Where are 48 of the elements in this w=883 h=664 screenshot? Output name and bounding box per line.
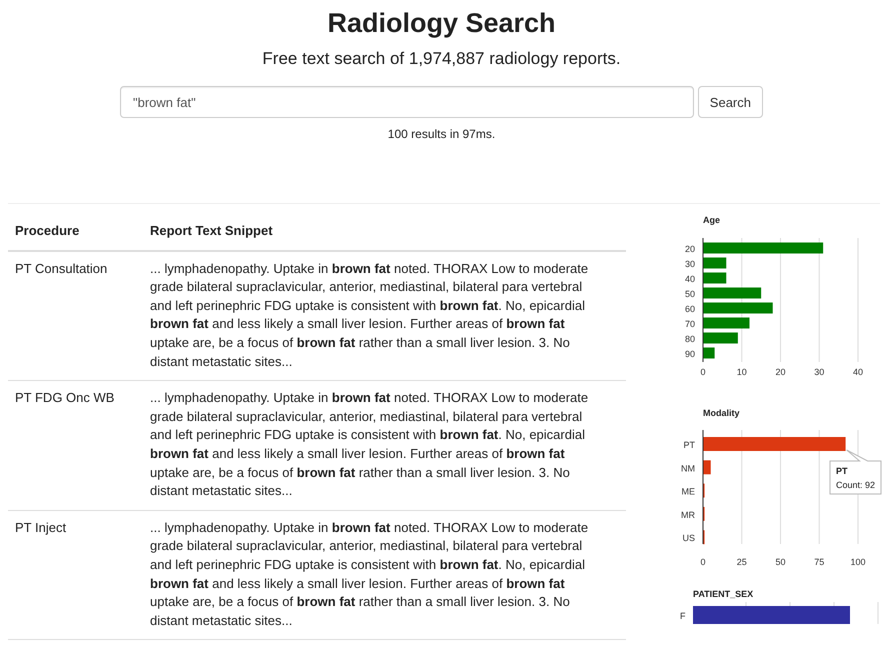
bar <box>703 318 750 328</box>
bar <box>703 348 715 358</box>
category-label: 20 <box>684 244 695 254</box>
axis-tick-label: 0 <box>700 557 706 567</box>
page-subtitle: Free text search of 1,974,887 radiology reports. <box>262 48 621 70</box>
snippet-cell-text: ... lymphadenopathy. Uptake in brown fat noted. THORAX Low to moderate grade bilateral supraclavicular, anterior, mediastinal, bilateral para vertebral and left perinephric FDG uptake is consistent with brown fat. No, epicardial brown fat and less likely a small liver lesion. Further areas of brown fat uptake are, be a focus of brown fat rather than a small liver lesion. 3. No distant metastatic sites... <box>150 260 590 371</box>
axis-tick-label: 75 <box>814 557 824 567</box>
procedure-cell-text: PT Inject <box>14 518 68 537</box>
axis-tick-label: 10 <box>736 367 747 377</box>
chart-tooltip: PT Count: 92 <box>830 450 882 494</box>
axis-tick-label: 25 <box>736 557 747 567</box>
snippet-cell-text: ... lymphadenopathy. Uptake in brown fat noted. THORAX Low to moderate grade bilateral supraclavicular, anterior, mediastinal, bilateral para vertebral and left perinephric FDG uptake is consistent with brown fat. No, epicardial brown fat and less likely a small liver lesion. Further areas of brown fat uptake are, be a focus of brown fat rather than a small liver lesion. 3. No distant metastatic sites... <box>150 389 590 500</box>
category-label: MR <box>681 510 695 520</box>
bar <box>703 288 762 298</box>
bar <box>703 302 773 314</box>
category-label: PT <box>683 440 695 450</box>
chart-title: PATIENT_SEX <box>693 589 754 599</box>
bar <box>703 272 726 284</box>
category-label: 90 <box>684 349 695 359</box>
procedure-cell-text: PT Consultation <box>14 260 108 278</box>
category-label: ME <box>682 486 695 497</box>
bar <box>703 332 738 344</box>
chart-title: Modality <box>703 408 740 418</box>
category-label: 40 <box>684 274 695 284</box>
bar <box>703 258 726 268</box>
category-label: F <box>680 611 686 621</box>
page-title: Radiology Search <box>327 7 556 40</box>
axis-tick-label: 30 <box>814 367 824 377</box>
procedure-cell-text: PT FDG Onc WB <box>14 389 116 408</box>
axis-tick-label: 20 <box>776 367 786 377</box>
axis-tick-label: 100 <box>850 557 866 567</box>
result-summary: 100 results in 97ms. <box>388 127 496 141</box>
column-header: Procedure <box>14 222 80 240</box>
category-label: 50 <box>684 289 695 299</box>
category-label: 70 <box>684 319 695 329</box>
search-button[interactable]: Search <box>698 86 763 118</box>
search-field[interactable]: "brown fat" <box>120 86 694 118</box>
column-header: Report Text Snippet <box>150 222 274 240</box>
axis-tick-label: 40 <box>853 367 863 377</box>
chart-title: Age <box>703 215 720 225</box>
axis-tick-label: 50 <box>776 557 786 567</box>
category-label: 80 <box>684 334 695 344</box>
category-label: 60 <box>684 304 695 314</box>
category-label: 30 <box>684 259 695 269</box>
category-label: US <box>682 533 695 544</box>
snippet-cell-text: ... lymphadenopathy. Uptake in brown fat noted. THORAX Low to moderate grade bilateral supraclavicular, anterior, mediastinal, bilateral para vertebral and left perinephric FDG uptake is consistent with brown fat. No, epicardial brown fat and less likely a small liver lesion. Further areas of brown fat uptake are, be a focus of brown fat rather than a small liver lesion. 3. No distant metastatic sites... <box>150 518 590 630</box>
category-label: NM <box>681 463 695 474</box>
axis-tick-label: 0 <box>700 367 706 377</box>
